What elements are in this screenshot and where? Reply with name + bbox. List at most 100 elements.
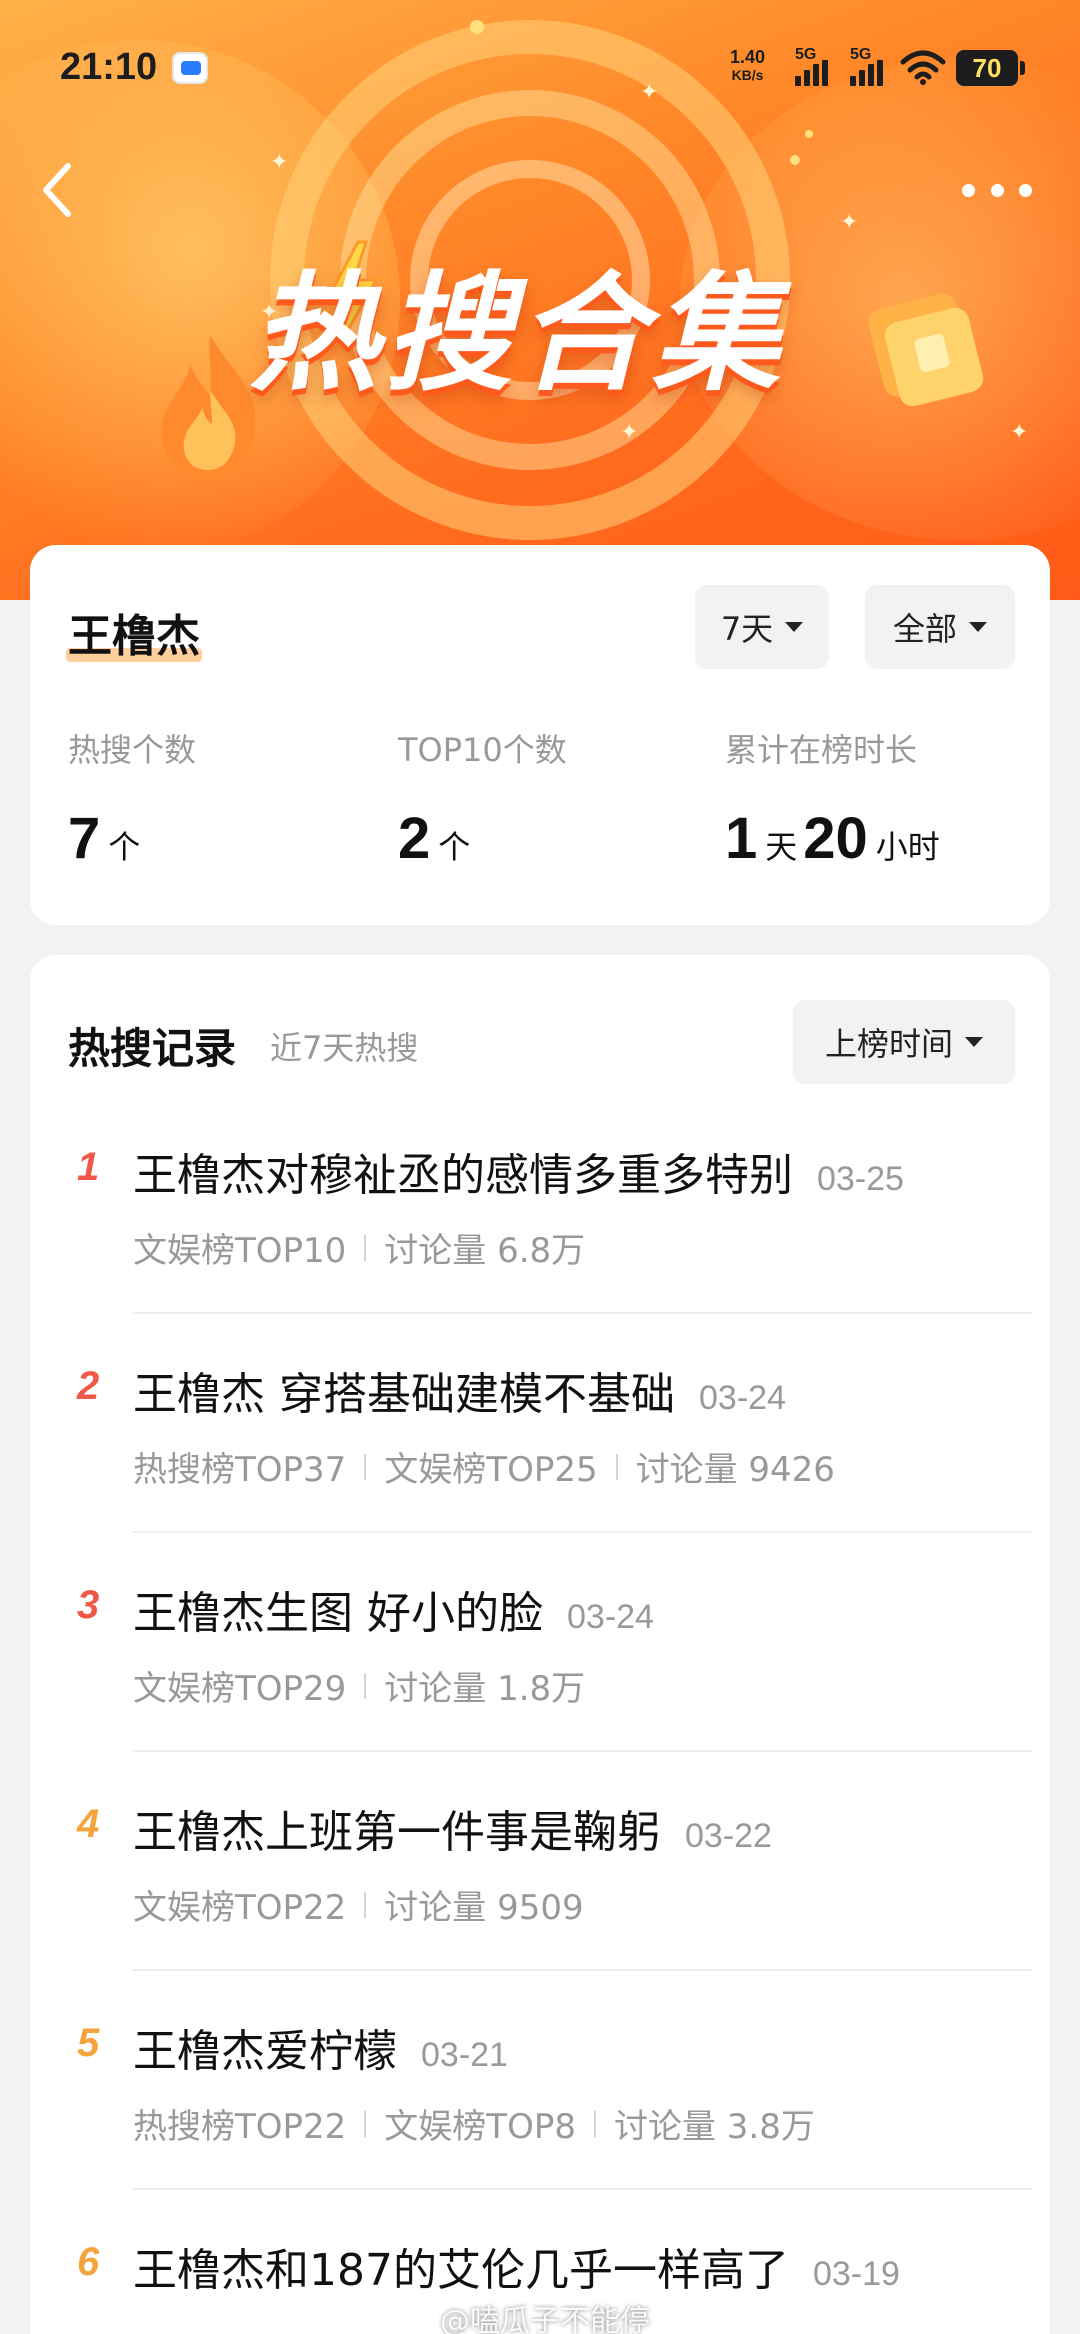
caret-down-icon bbox=[965, 1037, 983, 1047]
rank-title: 王橹杰生图 好小的脸 03-24 bbox=[133, 1577, 654, 1641]
signal-label: 5G bbox=[795, 46, 817, 63]
meta-separator bbox=[364, 1453, 367, 1480]
rank-date: 03-24 bbox=[699, 1379, 786, 1417]
rank-list-item[interactable]: 5 王橹杰爱柠檬 03-21 热搜榜TOP22 文娱榜TOP8 讨论量 3.8万 bbox=[30, 1971, 1050, 2190]
folder-icon bbox=[868, 293, 984, 407]
rank-meta-tag: 讨论量 6.8万 bbox=[384, 1231, 586, 1271]
rank-list-item[interactable]: 4 王橹杰上班第一件事是鞠躬 03-22 文娱榜TOP22 讨论量 9509 bbox=[30, 1752, 1050, 1971]
caret-down-icon bbox=[785, 622, 804, 632]
rank-meta-tag: 热搜榜TOP22 bbox=[133, 2107, 347, 2147]
meta-separator bbox=[364, 1672, 367, 1699]
stat-value: 7个 bbox=[68, 805, 196, 872]
stat-unit-hours: 小时 bbox=[875, 828, 940, 866]
rank-title-text: 王橹杰和187的艾伦几乎一样高了 bbox=[133, 2245, 789, 2296]
records-title: 热搜记录 bbox=[68, 1024, 237, 1073]
rank-date: 03-25 bbox=[817, 1160, 904, 1198]
signal-label: 5G bbox=[850, 46, 872, 63]
rank-meta-tag: 文娱榜TOP25 bbox=[384, 1450, 598, 1490]
stat-value: 2个 bbox=[398, 805, 567, 872]
time-range-label: 7天 bbox=[720, 610, 774, 648]
back-button[interactable] bbox=[36, 160, 80, 220]
sparkle-icon: ✦ bbox=[840, 210, 859, 235]
signal-icon: 5G bbox=[850, 46, 894, 86]
rank-meta-tag: 文娱榜TOP10 bbox=[133, 1231, 347, 1271]
rank-date: 03-19 bbox=[812, 2255, 900, 2293]
meta-separator bbox=[615, 1453, 618, 1480]
rank-title-text: 王橹杰 穿搭基础建模不基础 bbox=[133, 1369, 675, 1420]
rank-meta-tag: 文娱榜TOP8 bbox=[384, 2107, 576, 2147]
sparkle-icon: ✦ bbox=[270, 150, 289, 175]
rank-title: 王橹杰 穿搭基础建模不基础 03-24 bbox=[133, 1358, 786, 1422]
time-range-dropdown[interactable]: 7天 bbox=[695, 585, 829, 669]
stat-top10-count: TOP10个数 2个 bbox=[398, 725, 567, 872]
rank-meta-tag: 讨论量 9426 bbox=[635, 1450, 835, 1490]
network-speed-unit: KB/s bbox=[731, 67, 764, 83]
rank-meta-tag: 文娱榜TOP22 bbox=[133, 1888, 347, 1928]
rank-number: 6 bbox=[77, 2240, 100, 2284]
rank-title: 王橹杰对穆祉丞的感情多重多特别 03-25 bbox=[133, 1139, 904, 1203]
stat-number-days: 1 bbox=[725, 806, 758, 871]
rank-title: 王橹杰和187的艾伦几乎一样高了 03-19 bbox=[133, 2234, 900, 2298]
more-dots-icon bbox=[962, 183, 975, 197]
rank-title-text: 王橹杰爱柠檬 bbox=[133, 2026, 397, 2077]
status-time: 21:10 bbox=[60, 46, 158, 88]
rank-meta-tag: 讨论量 3.8万 bbox=[613, 2107, 815, 2147]
meta-separator bbox=[364, 1891, 367, 1918]
sort-label: 上榜时间 bbox=[824, 1025, 953, 1063]
rank-meta: 文娱榜TOP22 讨论量 9509 bbox=[133, 1880, 584, 1929]
chevron-left-icon bbox=[43, 163, 71, 217]
rank-number: 4 bbox=[77, 1802, 100, 1846]
stat-label: 热搜个数 bbox=[68, 731, 197, 769]
rank-number: 3 bbox=[77, 1583, 100, 1627]
scope-label: 全部 bbox=[892, 610, 957, 648]
rank-number: 1 bbox=[77, 1145, 100, 1189]
rank-title: 王橹杰爱柠檬 03-21 bbox=[133, 2015, 508, 2079]
meta-separator bbox=[593, 2110, 596, 2137]
watermark: @嗑瓜子不能停 bbox=[440, 2304, 650, 2334]
wifi-icon bbox=[900, 50, 946, 85]
rank-date: 03-22 bbox=[685, 1817, 772, 1855]
rank-number: 2 bbox=[77, 1364, 100, 1408]
rank-list-item[interactable]: 1 王橹杰对穆祉丞的感情多重多特别 03-25 文娱榜TOP10 讨论量 6.8万 bbox=[30, 1095, 1050, 1314]
battery-indicator: 70 bbox=[956, 50, 1025, 86]
scope-dropdown[interactable]: 全部 bbox=[865, 585, 1015, 669]
sparkle-icon: ✦ bbox=[620, 420, 639, 445]
rank-list-item[interactable]: 2 王橹杰 穿搭基础建模不基础 03-24 热搜榜TOP37 文娱榜TOP25 讨论量 9… bbox=[30, 1314, 1050, 1533]
more-options-button[interactable] bbox=[962, 170, 1032, 210]
more-dots-icon bbox=[1019, 183, 1032, 197]
stat-value: 1 天 20 小时 bbox=[725, 805, 946, 872]
stat-label: TOP10个数 bbox=[398, 731, 567, 769]
records-card: 热搜记录 近7天热搜 上榜时间 1 王橹杰对穆祉丞的感情多重多特别 03-25 文娱榜… bbox=[30, 955, 1050, 2334]
network-speed: 1.40 KB/s bbox=[730, 48, 765, 84]
stat-unit: 个 bbox=[108, 828, 141, 866]
network-speed-value: 1.40 bbox=[730, 47, 766, 67]
meta-separator bbox=[364, 1234, 367, 1261]
signal-icon: 5G bbox=[795, 46, 839, 86]
sort-dropdown[interactable]: 上榜时间 bbox=[793, 1000, 1015, 1084]
sparkle-icon: ✦ bbox=[1010, 420, 1029, 445]
stat-total-duration: 累计在榜时长 1 天 20 小时 bbox=[725, 725, 946, 872]
rank-meta: 文娱榜TOP10 讨论量 6.8万 bbox=[133, 1223, 585, 1272]
rank-list-item[interactable]: 3 王橹杰生图 好小的脸 03-24 文娱榜TOP29 讨论量 1.8万 bbox=[30, 1533, 1050, 1752]
rank-meta-tag: 讨论量 9509 bbox=[384, 1888, 584, 1928]
rank-date: 03-24 bbox=[567, 1598, 654, 1636]
more-dots-icon bbox=[990, 183, 1004, 197]
meta-separator bbox=[364, 2110, 367, 2137]
stat-label: 累计在榜时长 bbox=[725, 731, 918, 769]
rank-meta: 文娱榜TOP29 讨论量 1.8万 bbox=[133, 1661, 585, 1710]
rank-meta-tag: 热搜榜TOP37 bbox=[133, 1450, 347, 1490]
message-app-icon bbox=[172, 52, 208, 84]
sparkle-dot bbox=[790, 155, 800, 165]
records-subtitle: 近7天热搜 bbox=[270, 1029, 419, 1067]
rank-meta-tag: 文娱榜TOP29 bbox=[133, 1669, 347, 1709]
rank-meta: 热搜榜TOP22 文娱榜TOP8 讨论量 3.8万 bbox=[133, 2099, 815, 2148]
stat-hot-count: 热搜个数 7个 bbox=[68, 725, 196, 872]
stat-unit-days: 天 bbox=[765, 828, 798, 866]
rank-title-text: 王橹杰对穆祉丞的感情多重多特别 bbox=[133, 1150, 793, 1201]
stat-number: 2 bbox=[398, 806, 431, 871]
rank-title-text: 王橹杰上班第一件事是鞠躬 bbox=[133, 1807, 661, 1858]
rank-date: 03-21 bbox=[421, 2036, 508, 2074]
rank-meta: 热搜榜TOP37 文娱榜TOP25 讨论量 9426 bbox=[133, 1442, 835, 1491]
stat-number: 7 bbox=[68, 806, 101, 871]
person-name: 王橹杰 bbox=[66, 600, 202, 664]
